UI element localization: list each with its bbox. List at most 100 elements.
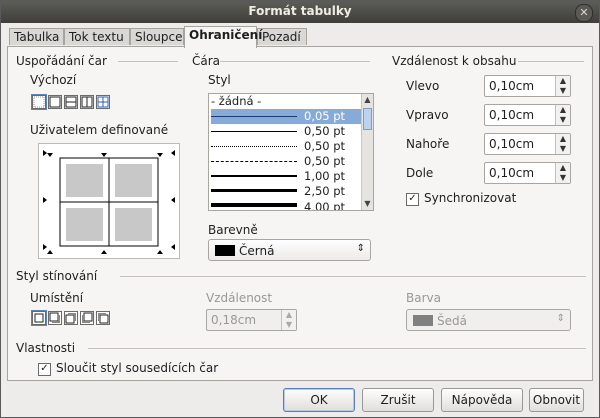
line-sample: [211, 131, 297, 132]
reset-button[interactable]: Obnovit: [529, 388, 584, 412]
line-style-scrollbar[interactable]: ▲ ▼: [361, 94, 373, 210]
right-spacing-label: Vpravo: [406, 108, 449, 122]
line-style-label: 0,50 pt: [304, 139, 346, 153]
line-sample: [211, 175, 297, 177]
bottom-spacing-field[interactable]: 0,10cm ▲ ▼: [484, 162, 571, 184]
top-spacing-value: 0,10cm: [489, 137, 535, 151]
all-borders-icon[interactable]: [96, 95, 110, 109]
line-style-item[interactable]: 0,50 pt: [211, 139, 361, 154]
line-style-none[interactable]: - žádná -: [211, 94, 361, 109]
top-spacing-label: Nahoře: [406, 137, 450, 151]
properties-group-title: Vlastnosti: [16, 341, 76, 355]
outer-border-icon[interactable]: [48, 95, 62, 109]
tab-pozadi[interactable]: Pozadí: [257, 28, 307, 45]
bottom-spacing-label: Dole: [406, 166, 434, 180]
separator: [220, 61, 370, 62]
scroll-thumb[interactable]: [363, 108, 372, 130]
shadow-top-right-icon[interactable]: [64, 311, 78, 325]
shadow-group-title: Styl stínování: [16, 269, 98, 283]
line-style-label: 1,00 pt: [304, 169, 346, 183]
shadow-distance-label: Vzdálenost: [206, 291, 273, 305]
shadow-color-select[interactable]: Šedá ⇕: [406, 309, 571, 331]
line-color-select[interactable]: Černá ⇕: [208, 239, 371, 261]
line-sample: [211, 189, 297, 192]
close-icon[interactable]: ✕: [575, 4, 593, 22]
spacing-group-title: Vzdálenost k obsahu: [392, 54, 517, 68]
left-spacing-value: 0,10cm: [489, 79, 535, 93]
spin-up-down-icon[interactable]: ▲ ▼: [281, 310, 296, 330]
line-style-label: Styl: [208, 73, 231, 87]
border-preview[interactable]: [38, 143, 180, 259]
right-spacing-field[interactable]: 0,10cm ▲ ▼: [484, 104, 571, 126]
shadow-bottom-right-icon[interactable]: [48, 311, 62, 325]
outer-and-vertical-icon[interactable]: [80, 95, 94, 109]
default-label: Výchozí: [30, 73, 77, 87]
separator: [120, 276, 586, 277]
line-style-item[interactable]: 0,05 pt: [211, 109, 361, 124]
line-group-title: Čára: [192, 54, 221, 68]
chevron-updown-icon: ⇕: [356, 243, 365, 254]
outer-and-horizontal-icon[interactable]: [64, 95, 78, 109]
window-title: Formát tabulky: [248, 4, 352, 18]
color-swatch: [413, 315, 433, 326]
line-style-list[interactable]: - žádná - 0,05 pt 0,50 pt 0,50 pt 0,50 p…: [208, 93, 374, 211]
chevron-updown-icon: ⇕: [556, 313, 565, 324]
line-style-item[interactable]: 4,00 pt: [211, 199, 361, 211]
format-table-dialog: Formát tabulky ✕ Tabulka Tok textu Sloup…: [0, 0, 600, 418]
shadow-position-label: Umístění: [30, 291, 84, 305]
bottom-spacing-value: 0,10cm: [489, 166, 535, 180]
no-borders-icon[interactable]: [31, 94, 47, 110]
left-spacing-label: Vlevo: [406, 79, 440, 93]
border-preview-graphic: [43, 150, 175, 254]
line-style-label: 0,50 pt: [304, 154, 346, 168]
line-sample: [211, 203, 297, 207]
borders-panel: Uspořádání čar Výchozí Uživatelem defino…: [7, 46, 593, 381]
shadow-color-label: Barva: [406, 291, 441, 305]
line-style-label: 0,05 pt: [304, 109, 346, 123]
tab-ohraniceni[interactable]: Ohraničení: [184, 26, 262, 48]
line-style-item[interactable]: 0,50 pt: [211, 154, 361, 169]
line-style-label: 0,50 pt: [304, 124, 346, 138]
scroll-down-icon[interactable]: ▼: [362, 198, 373, 210]
line-style-item[interactable]: 0,50 pt: [211, 124, 361, 139]
line-sample: [211, 161, 297, 162]
tab-sloupce[interactable]: Sloupce: [130, 28, 184, 45]
merge-adjacent-checkbox[interactable]: ✓: [38, 363, 51, 376]
titlebar[interactable]: Formát tabulky ✕: [1, 1, 599, 23]
synchronize-label[interactable]: Synchronizovat: [424, 191, 516, 205]
merge-adjacent-label[interactable]: Sloučit styl sousedících čar: [56, 361, 218, 375]
line-style-item[interactable]: 2,50 pt: [211, 184, 361, 199]
user-defined-label: Uživatelem definované: [30, 123, 169, 137]
shadow-none-icon[interactable]: [31, 310, 47, 326]
line-color-label: Barevně: [208, 223, 258, 237]
color-swatch: [215, 245, 235, 256]
right-spacing-value: 0,10cm: [489, 108, 535, 122]
shadow-bottom-left-icon[interactable]: [80, 311, 94, 325]
cancel-button[interactable]: Zrušit: [362, 388, 434, 412]
line-style-item[interactable]: 1,00 pt: [211, 169, 361, 184]
line-style-label: - žádná -: [211, 94, 262, 108]
top-spacing-field[interactable]: 0,10cm ▲ ▼: [484, 133, 571, 155]
line-style-label: 4,00 pt: [304, 200, 346, 211]
spin-up-down-icon[interactable]: ▲ ▼: [555, 163, 570, 183]
separator: [118, 61, 178, 62]
help-button[interactable]: Nápověda: [441, 388, 523, 412]
spin-up-down-icon[interactable]: ▲ ▼: [555, 105, 570, 125]
line-color-value: Černá: [239, 244, 275, 258]
scroll-up-icon[interactable]: ▲: [362, 94, 373, 106]
tab-tabulka[interactable]: Tabulka: [9, 28, 64, 45]
shadow-distance-field[interactable]: 0,18cm ▲ ▼: [206, 309, 297, 331]
shadow-top-left-icon[interactable]: [96, 311, 110, 325]
tab-tok-textu[interactable]: Tok textu: [64, 28, 130, 45]
ok-button[interactable]: OK: [283, 388, 355, 412]
spin-up-down-icon[interactable]: ▲ ▼: [555, 76, 570, 96]
shadow-color-value: Šedá: [437, 314, 467, 328]
synchronize-checkbox[interactable]: ✓: [406, 193, 419, 206]
left-spacing-field[interactable]: 0,10cm ▲ ▼: [484, 75, 571, 97]
line-arrangement-title: Uspořádání čar: [16, 54, 107, 68]
shadow-distance-value: 0,18cm: [211, 313, 257, 327]
spin-up-down-icon[interactable]: ▲ ▼: [555, 134, 570, 154]
line-style-label: 2,50 pt: [304, 184, 346, 198]
line-sample: [211, 116, 297, 117]
separator: [518, 61, 584, 62]
